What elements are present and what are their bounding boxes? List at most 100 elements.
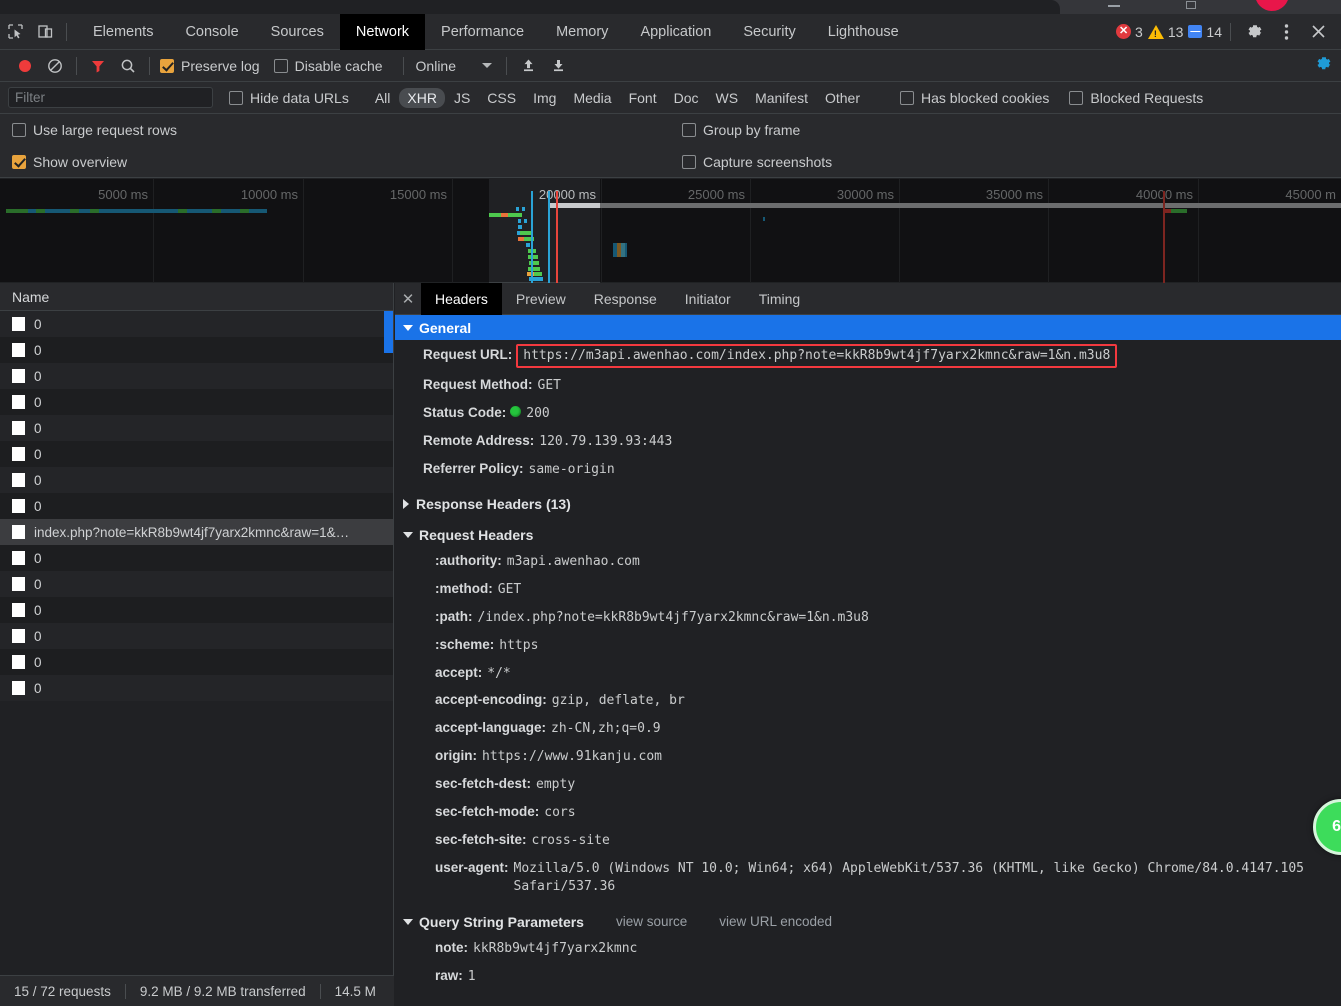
tab-sources[interactable]: Sources	[255, 14, 340, 50]
has-blocked-cookies-checkbox[interactable]	[900, 90, 914, 105]
tab-headers[interactable]: Headers	[421, 283, 502, 315]
gear-icon[interactable]	[1239, 18, 1269, 46]
device-toolbar-icon[interactable]	[30, 18, 60, 46]
blocked-requests-label[interactable]: Blocked Requests	[1090, 90, 1203, 106]
tab-network[interactable]: Network	[339, 13, 426, 50]
throttling-select[interactable]: Online	[416, 58, 456, 74]
tab-security[interactable]: Security	[727, 14, 811, 50]
table-row[interactable]: 0	[0, 623, 393, 649]
has-blocked-cookies-label[interactable]: Has blocked cookies	[921, 90, 1049, 106]
filter-type-manifest[interactable]: Manifest	[747, 88, 816, 108]
response-headers-section-header[interactable]: Response Headers (13)	[395, 492, 1341, 517]
request-url-value[interactable]: https://m3api.awenhao.com/index.php?note…	[516, 343, 1118, 369]
disable-cache-label[interactable]: Disable cache	[295, 58, 383, 74]
close-icon[interactable]	[1303, 18, 1333, 46]
table-row[interactable]: 0	[0, 415, 393, 441]
group-by-frame-label[interactable]: Group by frame	[703, 122, 800, 138]
capture-screenshots-group[interactable]: Capture screenshots	[682, 154, 832, 170]
group-by-frame-checkbox[interactable]	[682, 123, 696, 137]
kebab-menu-icon[interactable]	[1271, 18, 1301, 46]
import-har-icon[interactable]	[513, 52, 543, 80]
capture-screenshots-checkbox[interactable]	[682, 154, 696, 169]
tab-console[interactable]: Console	[169, 14, 254, 50]
disable-cache-checkbox[interactable]	[273, 58, 288, 73]
has-blocked-cookies-group[interactable]: Has blocked cookies	[900, 90, 1049, 106]
blocked-requests-group[interactable]: Blocked Requests	[1069, 90, 1203, 106]
preserve-log-group[interactable]: Preserve log	[160, 58, 260, 74]
group-by-frame-group[interactable]: Group by frame	[682, 122, 800, 138]
table-row[interactable]: 0	[0, 675, 393, 701]
window-minimize-button[interactable]	[1108, 5, 1120, 7]
table-row[interactable]: 0	[0, 545, 393, 571]
window-maximize-button[interactable]	[1186, 1, 1196, 9]
table-row[interactable]: 0	[0, 467, 393, 493]
table-row[interactable]: 0	[0, 311, 393, 337]
use-large-request-rows-checkbox[interactable]	[12, 123, 26, 137]
show-overview-checkbox[interactable]	[12, 154, 26, 169]
tab-application[interactable]: Application	[624, 14, 727, 50]
table-row[interactable]: 0	[0, 337, 393, 363]
overview-dim-left[interactable]	[0, 179, 489, 283]
request-headers-section-header[interactable]: Request Headers	[395, 523, 1341, 548]
filter-type-other[interactable]: Other	[817, 88, 868, 108]
chevron-down-icon[interactable]	[482, 63, 492, 68]
error-count-badge[interactable]: ✕ 3	[1116, 24, 1143, 40]
hide-data-urls-label[interactable]: Hide data URLs	[250, 90, 349, 106]
use-large-request-rows-label[interactable]: Use large request rows	[33, 122, 177, 138]
tab-elements[interactable]: Elements	[77, 14, 169, 50]
search-icon[interactable]	[113, 52, 143, 80]
network-settings-gear-icon[interactable]	[1314, 54, 1333, 78]
hide-data-urls-checkbox[interactable]	[229, 90, 243, 105]
view-url-encoded-link[interactable]: view URL encoded	[719, 914, 832, 929]
show-overview-label[interactable]: Show overview	[33, 154, 127, 170]
request-list-scrollbar[interactable]	[384, 311, 393, 353]
filter-funnel-icon[interactable]	[83, 52, 113, 80]
disable-cache-group[interactable]: Disable cache	[273, 58, 383, 74]
warning-count-badge[interactable]: 13	[1147, 24, 1183, 40]
window-close-button[interactable]	[1255, 0, 1289, 11]
filter-type-js[interactable]: JS	[446, 88, 478, 108]
tab-preview[interactable]: Preview	[502, 283, 580, 315]
network-overview-timeline[interactable]: 5000 ms 10000 ms 15000 ms 20000 ms 25000…	[0, 179, 1341, 283]
hide-data-urls-group[interactable]: Hide data URLs	[229, 90, 349, 106]
filter-type-doc[interactable]: Doc	[666, 88, 707, 108]
filter-type-css[interactable]: CSS	[479, 88, 524, 108]
console-message-counts[interactable]: ✕ 3 13 — 14	[1116, 24, 1222, 40]
filter-input[interactable]	[8, 87, 213, 108]
record-button-icon[interactable]	[10, 52, 40, 80]
table-row[interactable]: 0	[0, 597, 393, 623]
tab-timing[interactable]: Timing	[745, 283, 815, 315]
table-row[interactable]: 0	[0, 363, 393, 389]
capture-screenshots-label[interactable]: Capture screenshots	[703, 154, 832, 170]
table-row[interactable]: 0	[0, 571, 393, 597]
tab-lighthouse[interactable]: Lighthouse	[812, 14, 915, 50]
preserve-log-label[interactable]: Preserve log	[181, 58, 260, 74]
table-row-selected[interactable]: index.php?note=kkR8b9wt4jf7yarx2kmnc&raw…	[0, 519, 393, 545]
view-source-link[interactable]: view source	[616, 914, 687, 929]
filter-type-media[interactable]: Media	[565, 88, 619, 108]
table-row[interactable]: 0	[0, 441, 393, 467]
request-list-header[interactable]: Name	[0, 283, 393, 311]
general-section-header[interactable]: General	[395, 315, 1341, 340]
filter-type-font[interactable]: Font	[621, 88, 665, 108]
table-row[interactable]: 0	[0, 389, 393, 415]
filter-type-xhr[interactable]: XHR	[399, 87, 445, 108]
export-har-icon[interactable]	[543, 52, 573, 80]
overview-dim-right[interactable]	[600, 179, 1341, 283]
inspect-element-icon[interactable]	[0, 18, 30, 46]
filter-type-img[interactable]: Img	[525, 88, 564, 108]
preserve-log-checkbox[interactable]	[160, 58, 174, 73]
blocked-requests-checkbox[interactable]	[1069, 90, 1084, 105]
tab-memory[interactable]: Memory	[540, 14, 624, 50]
tab-performance[interactable]: Performance	[425, 14, 540, 50]
close-icon[interactable]: ✕	[395, 283, 421, 315]
tab-response[interactable]: Response	[580, 283, 671, 315]
table-row[interactable]: 0	[0, 493, 393, 519]
query-string-section-header[interactable]: Query String Parameters view source view…	[395, 909, 1341, 935]
tab-initiator[interactable]: Initiator	[671, 283, 745, 315]
clear-icon[interactable]	[40, 52, 70, 80]
show-overview-group[interactable]: Show overview	[12, 154, 127, 170]
table-row[interactable]: 0	[0, 649, 393, 675]
filter-type-all[interactable]: All	[367, 88, 399, 108]
info-count-badge[interactable]: — 14	[1188, 24, 1222, 40]
